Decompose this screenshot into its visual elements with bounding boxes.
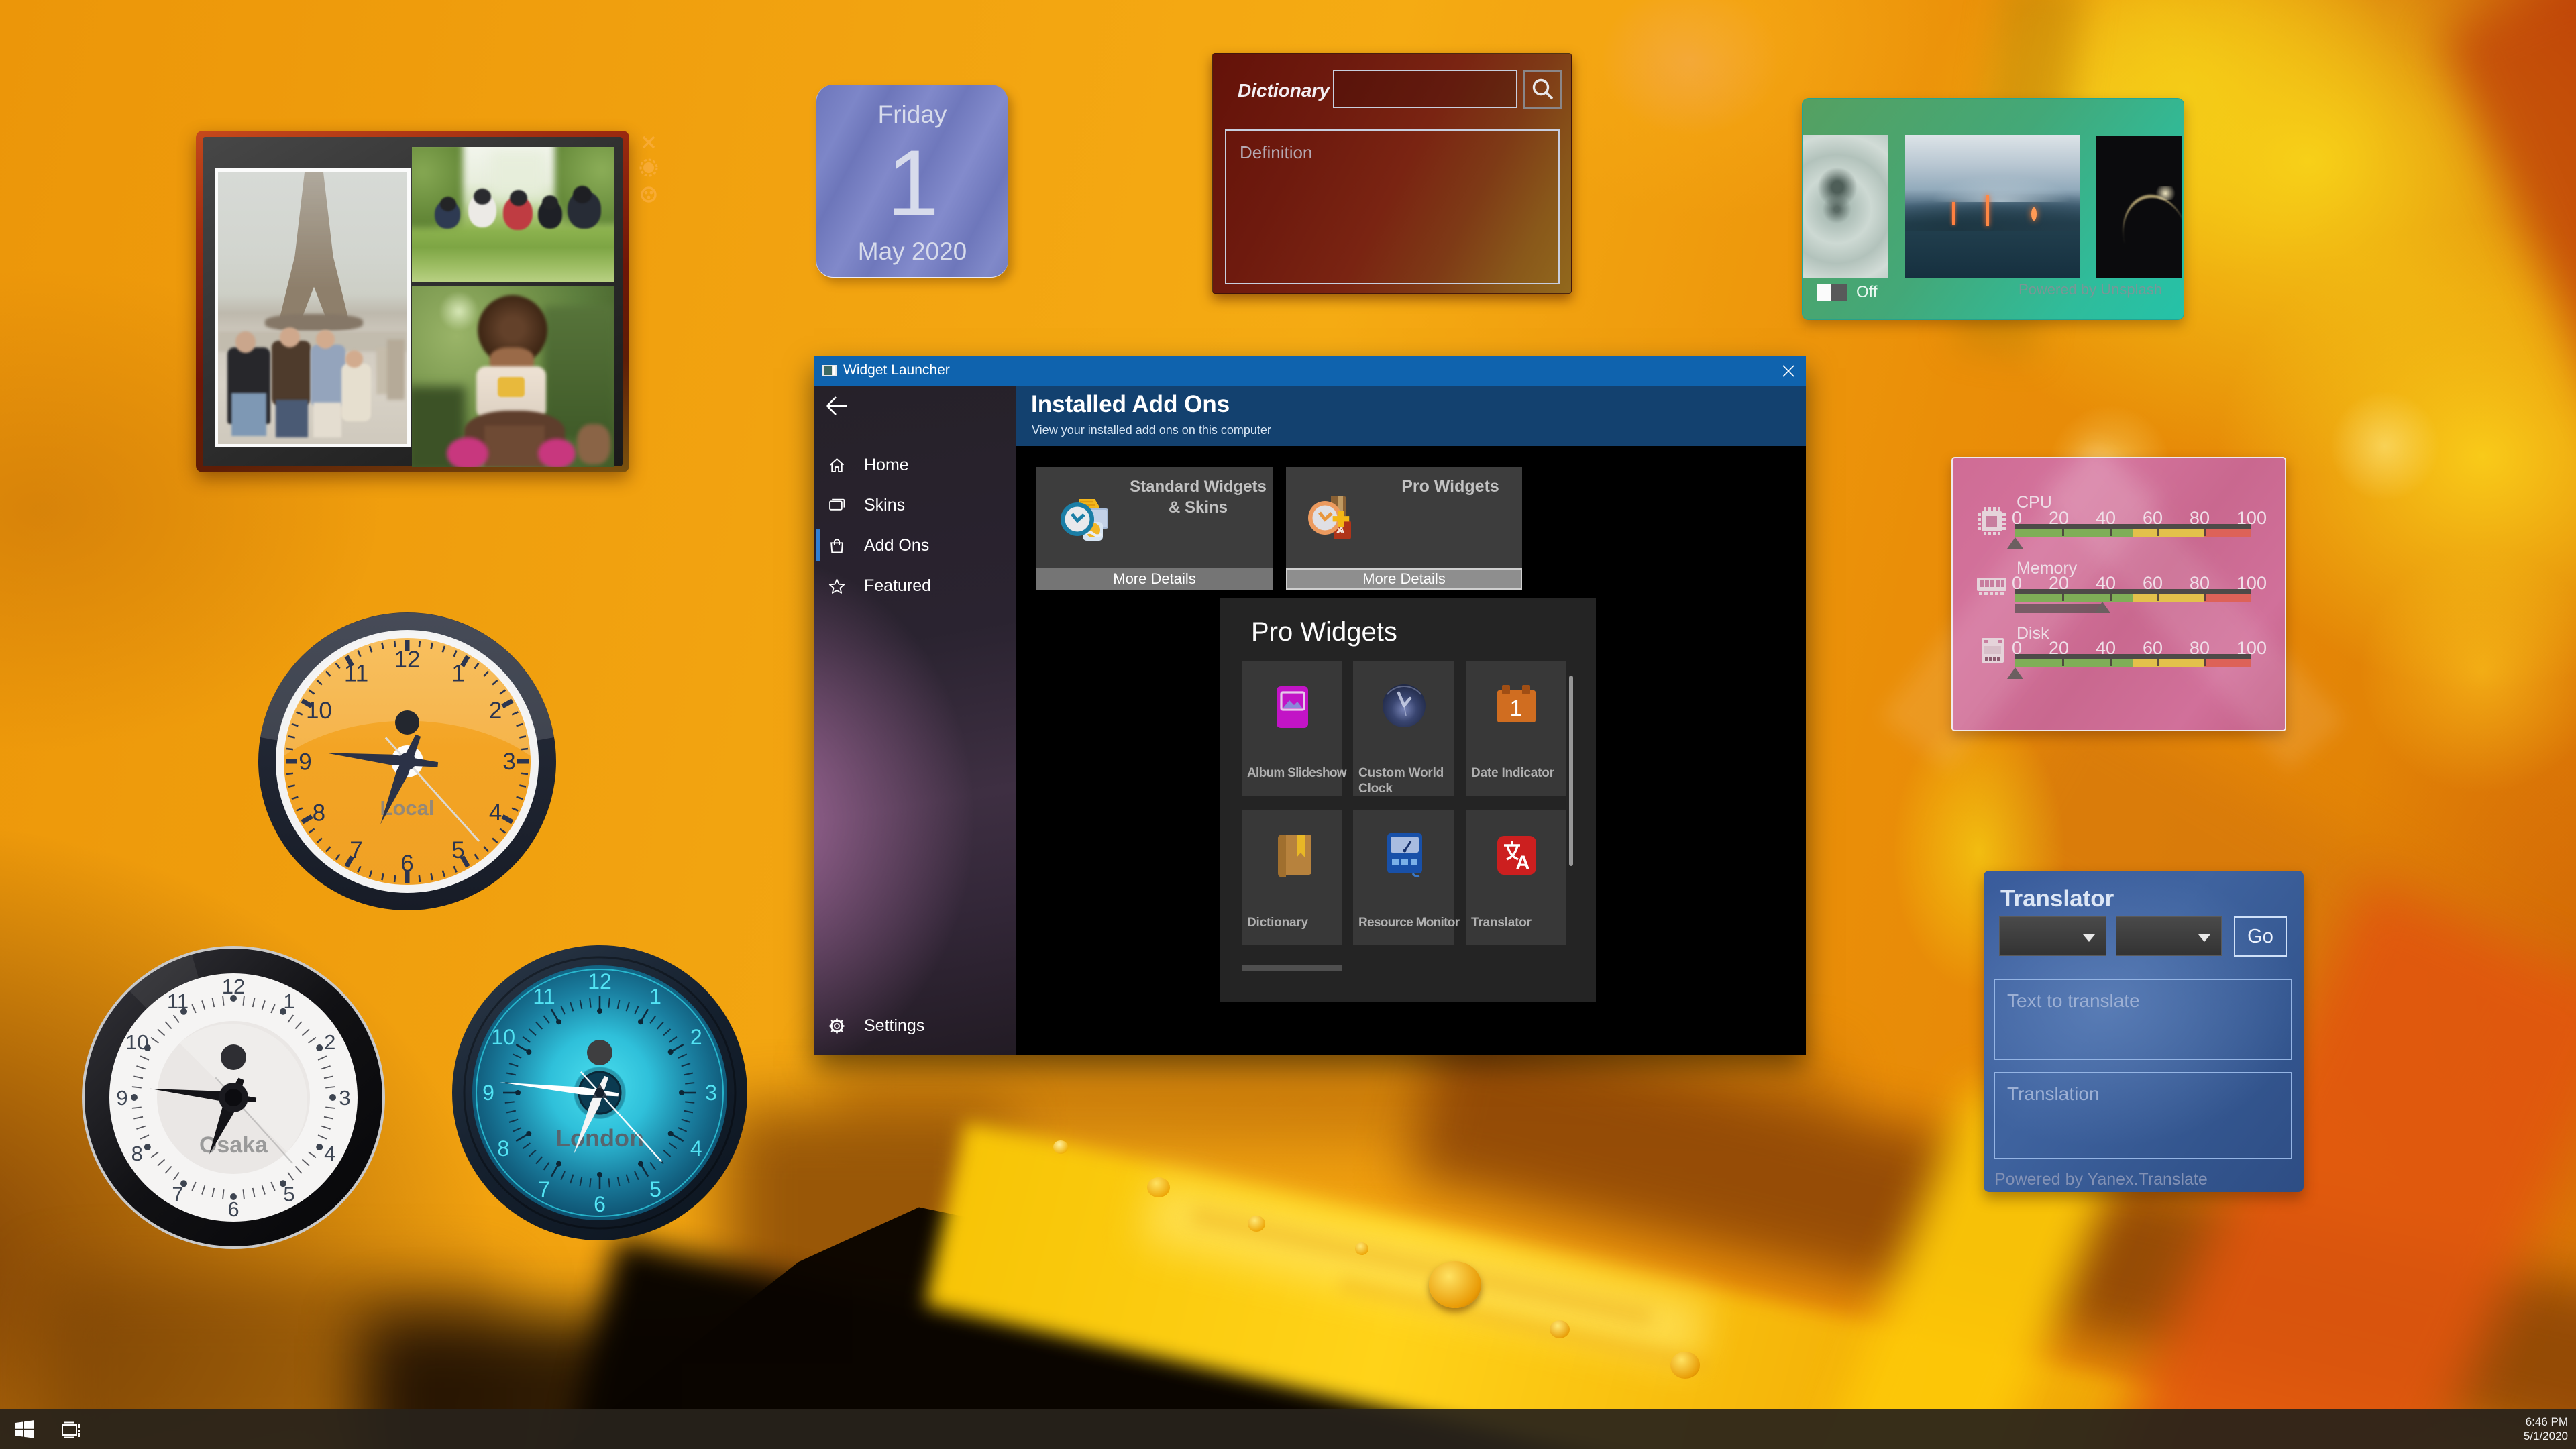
- svg-text:11: 11: [167, 989, 189, 1013]
- svg-text:1: 1: [649, 984, 661, 1008]
- svg-text:7: 7: [172, 1183, 183, 1206]
- svg-text:5: 5: [283, 1183, 294, 1206]
- svg-text:2: 2: [690, 1025, 702, 1049]
- svg-text:7: 7: [538, 1177, 550, 1201]
- svg-text:12: 12: [394, 647, 421, 673]
- svg-text:6: 6: [594, 1192, 606, 1216]
- svg-text:12: 12: [588, 969, 612, 994]
- svg-text:9: 9: [299, 749, 311, 775]
- svg-text:1: 1: [283, 989, 294, 1013]
- svg-text:4: 4: [324, 1142, 335, 1165]
- svg-text:4: 4: [489, 800, 502, 826]
- svg-text:5: 5: [649, 1177, 661, 1201]
- svg-text:8: 8: [497, 1136, 509, 1161]
- svg-text:9: 9: [116, 1086, 127, 1110]
- svg-text:A: A: [1515, 852, 1530, 874]
- svg-text:12: 12: [222, 975, 245, 998]
- svg-text:3: 3: [705, 1081, 717, 1105]
- svg-text:10: 10: [491, 1025, 515, 1049]
- svg-text:6: 6: [227, 1197, 239, 1221]
- svg-text:3: 3: [339, 1086, 350, 1110]
- svg-text:6: 6: [400, 851, 413, 877]
- svg-text:11: 11: [344, 661, 368, 687]
- svg-text:3: 3: [502, 749, 515, 775]
- svg-text:11: 11: [533, 984, 555, 1008]
- svg-text:1: 1: [1510, 696, 1523, 721]
- svg-text:8: 8: [131, 1142, 143, 1165]
- svg-text:Osaka: Osaka: [199, 1132, 268, 1158]
- svg-text:4: 4: [690, 1136, 702, 1161]
- svg-text:5: 5: [451, 837, 464, 863]
- svg-text:2: 2: [489, 698, 502, 724]
- svg-text:2: 2: [324, 1030, 335, 1054]
- svg-text:London: London: [555, 1124, 644, 1152]
- svg-text:1: 1: [451, 661, 464, 687]
- svg-text:8: 8: [313, 800, 325, 826]
- svg-text:7: 7: [350, 837, 362, 863]
- svg-text:10: 10: [125, 1030, 148, 1054]
- svg-text:9: 9: [482, 1081, 494, 1105]
- svg-text:10: 10: [306, 698, 332, 724]
